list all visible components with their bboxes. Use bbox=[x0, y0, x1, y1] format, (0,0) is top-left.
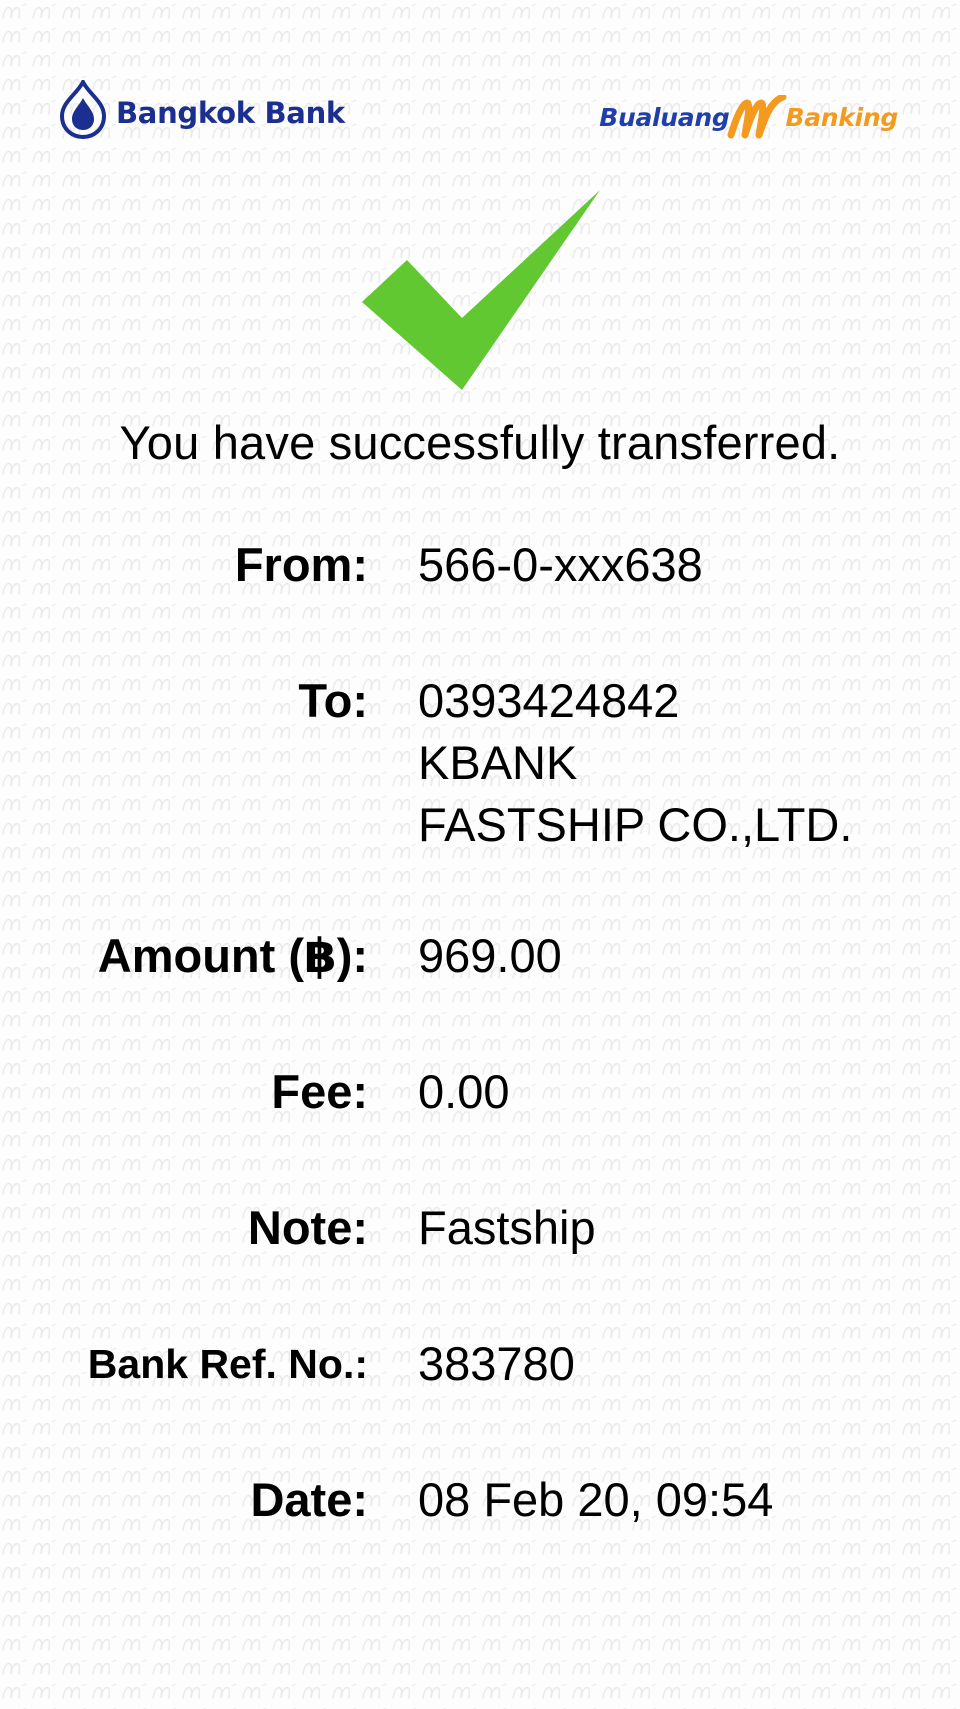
fee-value: 0.00 bbox=[418, 1065, 510, 1118]
to-label: To: bbox=[298, 674, 368, 727]
note-value: Fastship bbox=[418, 1201, 596, 1254]
note-label: Note: bbox=[247, 1201, 368, 1254]
bank-ref-value: 383780 bbox=[418, 1337, 575, 1390]
success-message: You have successfully transferred. bbox=[119, 416, 841, 469]
transfer-receipt: Bangkok Bank Bualuang Banking You have s… bbox=[0, 0, 960, 1709]
bank-ref-label: Bank Ref. No.: bbox=[87, 1341, 368, 1387]
fee-label: Fee: bbox=[271, 1065, 368, 1118]
mbanking-logo: Bualuang Banking bbox=[599, 92, 898, 142]
to-account: 0393424842 bbox=[418, 674, 680, 727]
from-value: 566-0-xxx638 bbox=[418, 538, 703, 591]
bank-name: Bangkok Bank bbox=[116, 96, 345, 130]
lotus-icon bbox=[59, 80, 107, 140]
check-icon bbox=[362, 190, 600, 390]
amount-value: 969.00 bbox=[418, 929, 562, 982]
date-label: Date: bbox=[250, 1473, 368, 1526]
bangkok-bank-logo: Bangkok Bank bbox=[58, 80, 345, 140]
amount-label: Amount (฿): bbox=[97, 929, 368, 982]
date-value: 08 Feb 20, 09:54 bbox=[418, 1473, 774, 1526]
to-value: 0393424842 KBANK FASTSHIP CO.,LTD. bbox=[418, 670, 852, 856]
m-icon bbox=[727, 95, 787, 139]
to-bank: KBANK bbox=[418, 736, 578, 789]
brand-prefix: Bualuang bbox=[599, 102, 730, 132]
to-name: FASTSHIP CO.,LTD. bbox=[418, 798, 853, 851]
brand-suffix: Banking bbox=[785, 102, 898, 132]
from-label: From: bbox=[234, 538, 368, 591]
